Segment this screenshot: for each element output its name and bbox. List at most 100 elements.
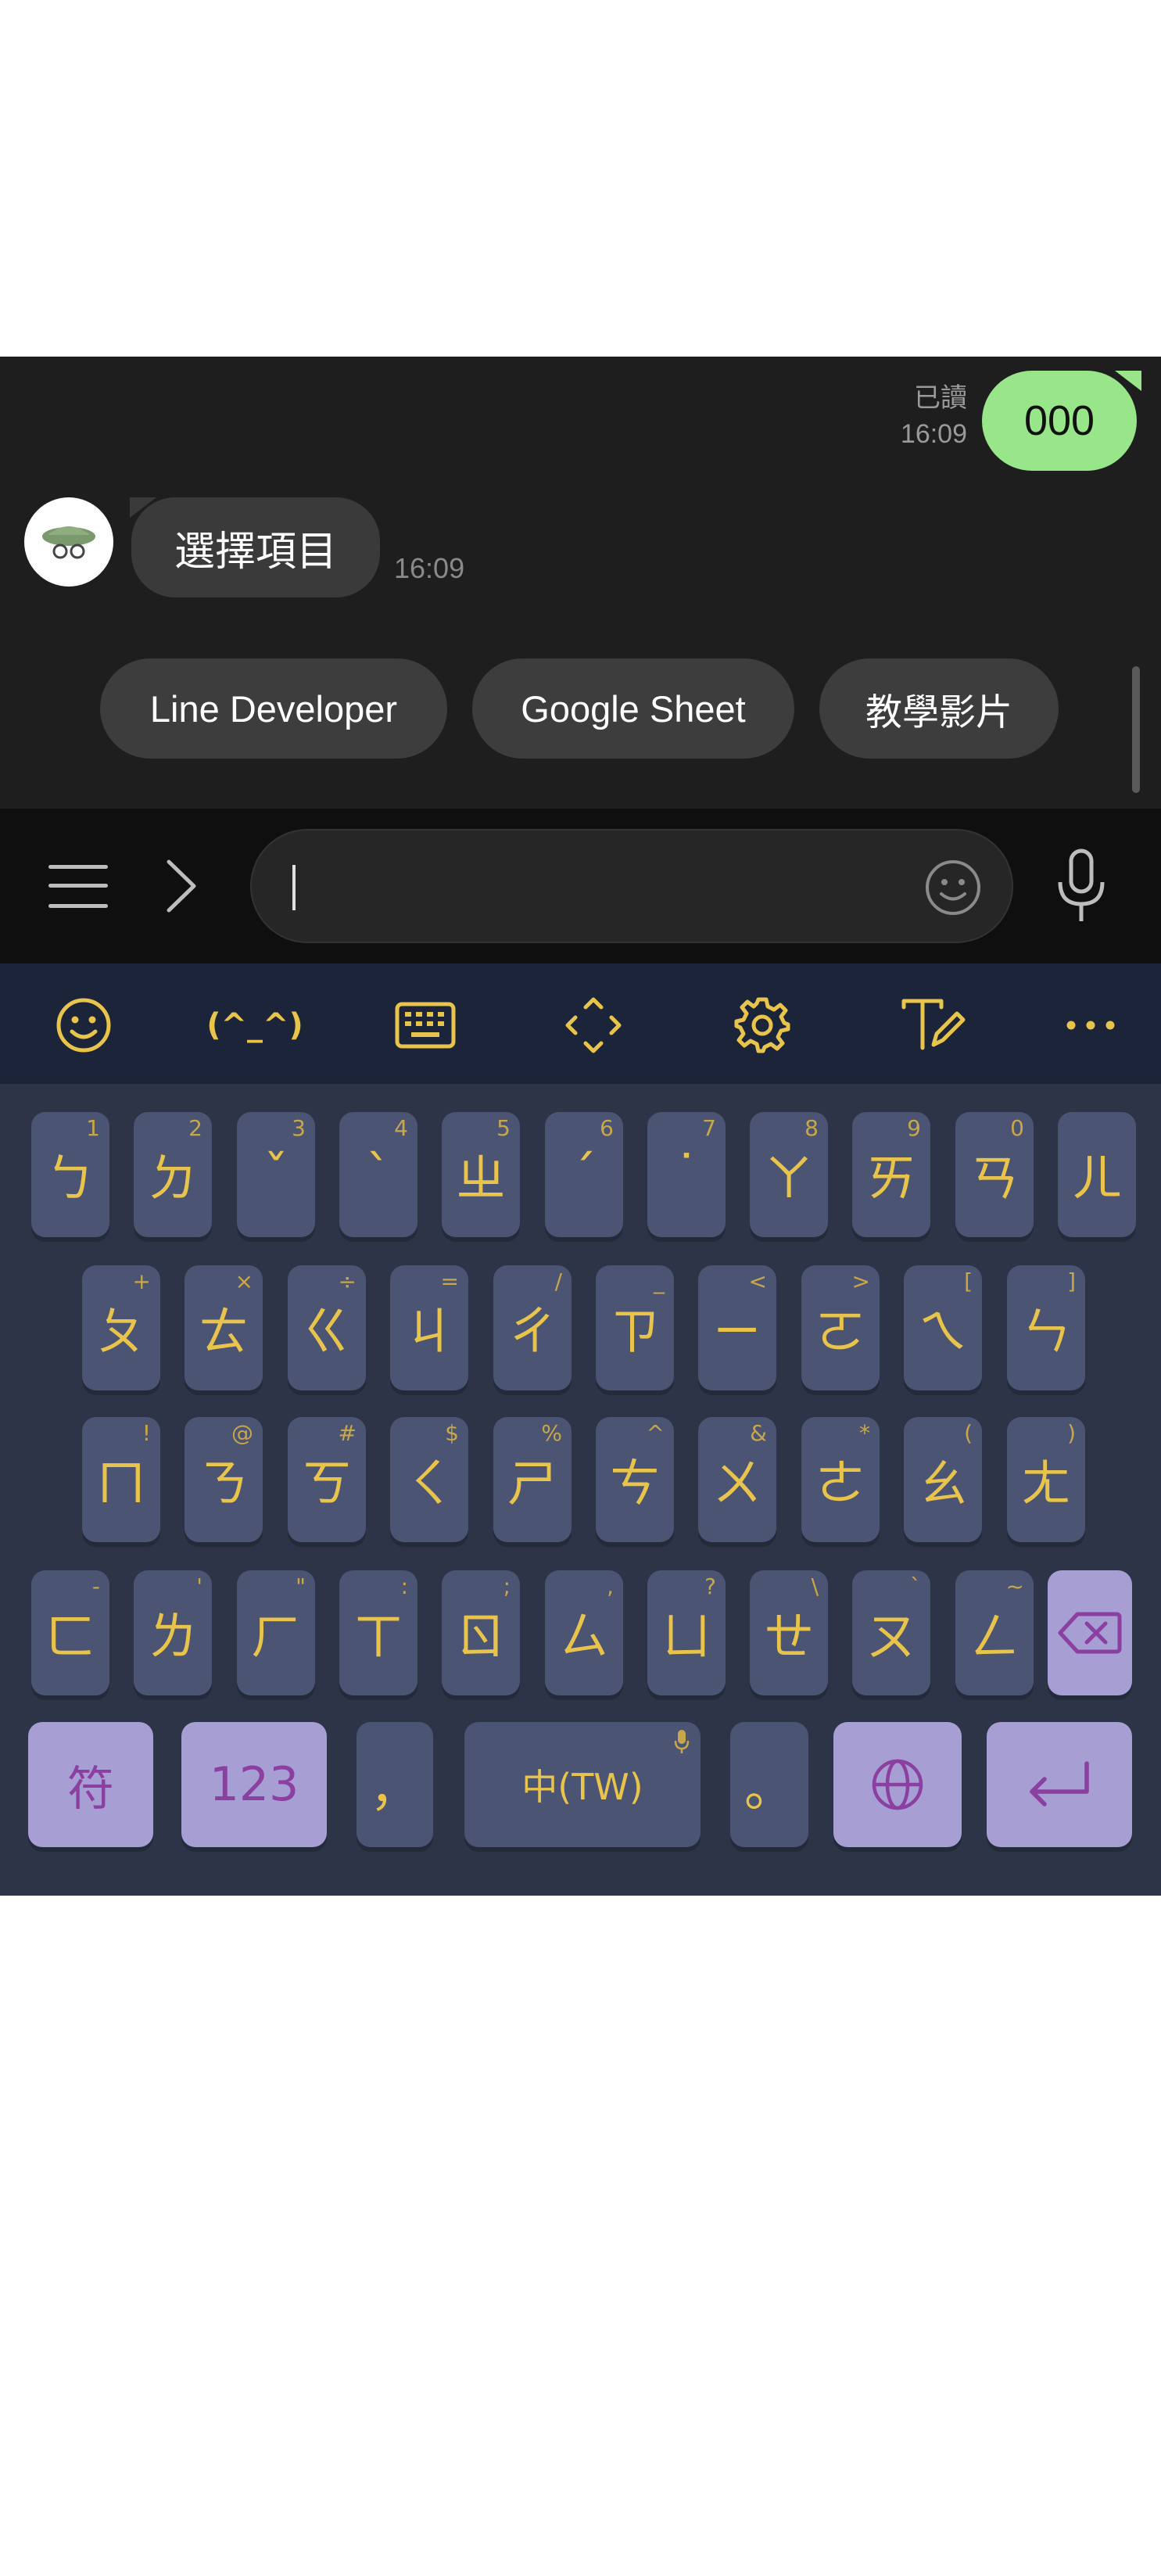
text-caret: [292, 865, 296, 910]
kaomoji-icon[interactable]: (^_^): [206, 996, 303, 1054]
key-ㄌ[interactable]: ㄌ ': [134, 1570, 212, 1695]
key-glyph: ㄏ: [251, 1609, 301, 1667]
incoming-time: 16:09: [394, 552, 465, 584]
incoming-message-bubble[interactable]: 選擇項目: [130, 497, 380, 597]
chevron-right-icon[interactable]: [161, 857, 200, 915]
key-ㄛ[interactable]: ㄛ >: [801, 1265, 880, 1390]
key-ㄐ[interactable]: ㄐ =: [390, 1265, 468, 1390]
key-secondary-hint: 8: [804, 1115, 819, 1141]
symbols-key-label: 符: [67, 1761, 114, 1817]
emoji-icon[interactable]: [55, 996, 113, 1054]
key-ㄔ[interactable]: ㄔ /: [493, 1265, 572, 1390]
key-ㄥ[interactable]: ㄥ ~: [955, 1570, 1034, 1695]
more-icon[interactable]: [1063, 996, 1118, 1054]
key-ㄝ[interactable]: ㄝ \: [750, 1570, 828, 1695]
period-key[interactable]: 。: [730, 1722, 808, 1847]
key-ㄏ[interactable]: ㄏ ": [237, 1570, 315, 1695]
voice-input-icon: [674, 1730, 690, 1753]
key-ㄘ[interactable]: ㄘ ^: [596, 1417, 674, 1542]
key-ㄠ[interactable]: ㄠ(: [904, 1417, 982, 1542]
key-ㄆ[interactable]: ㄆ +: [82, 1265, 160, 1390]
quick-reply-tutorial-video[interactable]: 教學影片: [819, 658, 1059, 759]
comma-key-label: ，: [370, 1760, 420, 1818]
keyboard-icon[interactable]: [394, 996, 457, 1054]
key-secondary-hint: +: [132, 1268, 151, 1294]
sticker-icon[interactable]: [924, 859, 982, 917]
key-glyph: ˋ: [366, 1146, 391, 1204]
comma-key[interactable]: ，: [357, 1722, 433, 1847]
key-secondary-hint: ~: [1005, 1573, 1024, 1599]
quick-reply-label: 教學影片: [865, 691, 1012, 733]
key-glyph: ㄢ: [969, 1150, 1019, 1208]
key-ㄅ[interactable]: ㄅ1: [31, 1112, 109, 1237]
key-ㄒ[interactable]: ㄒ:: [339, 1570, 417, 1695]
key-ㄜ[interactable]: ㄜ *: [801, 1417, 880, 1542]
key-ㄣ[interactable]: ㄣ]: [1007, 1265, 1085, 1390]
key-ˇ[interactable]: ˇ3: [237, 1112, 315, 1237]
key-secondary-hint: @: [231, 1420, 253, 1446]
key-ㄗ[interactable]: ㄗ _: [596, 1265, 674, 1390]
quick-reply-scrollbar[interactable]: [1132, 666, 1140, 793]
key-ㄑ[interactable]: ㄑ $: [390, 1417, 468, 1542]
key-glyph: ㄔ: [507, 1304, 557, 1362]
key-glyph: ㄝ: [764, 1609, 814, 1667]
microphone-icon[interactable]: [1054, 848, 1109, 926]
key-ㄓ[interactable]: ㄓ5: [442, 1112, 520, 1237]
key-ㄞ[interactable]: ㄞ9: [852, 1112, 930, 1237]
key-ˊ[interactable]: ˊ6: [545, 1112, 623, 1237]
settings-icon[interactable]: [733, 996, 791, 1054]
message-input-bar: [0, 809, 1161, 963]
key-ㄉ[interactable]: ㄉ2: [134, 1112, 212, 1237]
key-secondary-hint: $: [445, 1420, 459, 1446]
key-ㄚ[interactable]: ㄚ8: [750, 1112, 828, 1237]
key-glyph: ㄙ: [559, 1609, 609, 1667]
key-glyph: ㄩ: [661, 1609, 711, 1667]
key-secondary-hint: *: [859, 1420, 870, 1446]
key-ㄡ[interactable]: ㄡ `: [852, 1570, 930, 1695]
menu-icon[interactable]: [48, 862, 108, 910]
key-ㄕ[interactable]: ㄕ%: [493, 1417, 572, 1542]
key-ㄩ[interactable]: ㄩ?: [647, 1570, 726, 1695]
key-secondary-hint: =: [440, 1268, 459, 1294]
key-glyph: ㄍ: [302, 1304, 352, 1362]
key-˙[interactable]: ˙ 7: [647, 1112, 726, 1237]
key-ㄨ[interactable]: ㄨ &: [698, 1417, 776, 1542]
key-secondary-hint: `: [910, 1573, 921, 1599]
key-ㄖ[interactable]: ㄖ;: [442, 1570, 520, 1695]
key-secondary-hint: \: [811, 1573, 819, 1599]
language-key[interactable]: [833, 1722, 962, 1847]
quick-reply-google-sheet[interactable]: Google Sheet: [472, 658, 794, 759]
outgoing-message-text: 000: [1023, 397, 1095, 444]
key-ㄋ[interactable]: ㄋ @: [185, 1417, 263, 1542]
key-ㄎ[interactable]: ㄎ #: [288, 1417, 366, 1542]
key-ㄍ[interactable]: ㄍ ÷: [288, 1265, 366, 1390]
key-ㄈ[interactable]: ㄈ-: [31, 1570, 109, 1695]
key-ㄟ[interactable]: ㄟ[: [904, 1265, 982, 1390]
key-ㄦ[interactable]: ㄦ: [1058, 1112, 1136, 1237]
key-glyph: ㄠ: [918, 1455, 968, 1513]
key-secondary-hint: :: [400, 1573, 408, 1599]
message-input[interactable]: [250, 829, 1013, 943]
symbols-key[interactable]: 符: [28, 1722, 153, 1847]
handwriting-icon[interactable]: [899, 996, 966, 1054]
backspace-key[interactable]: [1048, 1570, 1132, 1695]
key-ㄊ[interactable]: ㄊ ×: [185, 1265, 263, 1390]
read-receipt: 已讀 16:09: [901, 380, 967, 452]
bot-avatar[interactable]: [24, 497, 113, 587]
key-glyph: ㄕ: [507, 1455, 557, 1513]
key-ㄤ[interactable]: ㄤ): [1007, 1417, 1085, 1542]
quick-reply-line-developer[interactable]: Line Developer: [100, 658, 447, 759]
key-ㄢ[interactable]: ㄢ0: [955, 1112, 1034, 1237]
key-glyph: ㄈ: [45, 1609, 95, 1667]
key-ㄙ[interactable]: ㄙ,: [545, 1570, 623, 1695]
space-key[interactable]: 中(TW): [464, 1722, 701, 1847]
numbers-key[interactable]: 123: [181, 1722, 327, 1847]
key-ㄇ[interactable]: ㄇ!: [82, 1417, 160, 1542]
key-secondary-hint: 9: [907, 1115, 921, 1141]
resize-icon[interactable]: [564, 996, 622, 1054]
enter-key[interactable]: [987, 1722, 1132, 1847]
read-label: 已讀: [914, 383, 967, 413]
key-ˋ[interactable]: ˋ4: [339, 1112, 417, 1237]
key-ㄧ[interactable]: ㄧ <: [698, 1265, 776, 1390]
outgoing-message-bubble[interactable]: 000: [982, 371, 1141, 471]
